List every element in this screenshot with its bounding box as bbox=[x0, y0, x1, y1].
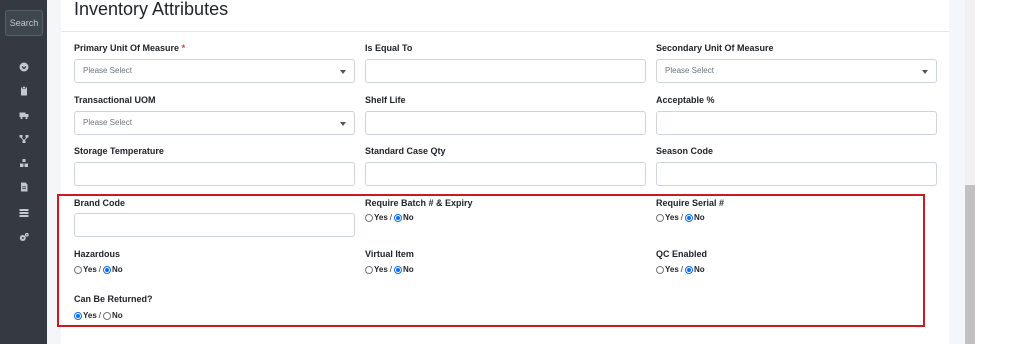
season-code-input[interactable] bbox=[656, 162, 937, 186]
highlight-annotation-box bbox=[57, 194, 925, 327]
shelf-life-label: Shelf Life bbox=[365, 95, 406, 105]
transactional-uom-label: Transactional UOM bbox=[74, 95, 156, 105]
document-icon bbox=[20, 182, 27, 192]
title-divider bbox=[61, 31, 949, 32]
is-equal-to-label: Is Equal To bbox=[365, 43, 413, 53]
secondary-uom-placeholder: Please Select bbox=[665, 66, 714, 75]
sitemap-icon bbox=[19, 135, 28, 143]
storage-temperature-input[interactable] bbox=[74, 162, 355, 186]
sidebar-item-shipping[interactable] bbox=[0, 106, 47, 124]
acceptable-pct-label: Acceptable % bbox=[656, 95, 715, 105]
sidebar-item-documents[interactable] bbox=[0, 178, 47, 196]
shelf-life-input[interactable] bbox=[365, 111, 646, 135]
list-icon bbox=[19, 209, 28, 217]
acceptable-pct-input[interactable] bbox=[656, 111, 937, 135]
primary-uom-select[interactable]: Please Select bbox=[74, 59, 355, 83]
warehouse-icon bbox=[19, 159, 28, 167]
transactional-uom-placeholder: Please Select bbox=[83, 118, 132, 127]
required-mark: * bbox=[181, 43, 186, 53]
scrollbar-thumb[interactable] bbox=[965, 185, 975, 344]
storage-temperature-label: Storage Temperature bbox=[74, 146, 164, 156]
primary-uom-label: Primary Unit Of Measure * bbox=[74, 43, 186, 53]
season-code-label: Season Code bbox=[656, 146, 714, 156]
truck-icon bbox=[19, 112, 28, 120]
sidebar-search-input[interactable]: Search bbox=[5, 10, 43, 36]
primary-uom-placeholder: Please Select bbox=[83, 66, 132, 75]
secondary-uom-select[interactable]: Please Select bbox=[656, 59, 937, 83]
standard-case-qty-label: Standard Case Qty bbox=[365, 146, 446, 156]
settings-icon bbox=[19, 232, 29, 241]
sidebar-item-orders[interactable] bbox=[0, 82, 47, 100]
sidebar-item-lists[interactable] bbox=[0, 204, 47, 222]
chevron-down-icon bbox=[340, 70, 346, 74]
secondary-uom-label: Secondary Unit Of Measure bbox=[656, 43, 774, 53]
is-equal-to-input[interactable] bbox=[365, 59, 646, 83]
transactional-uom-select[interactable]: Please Select bbox=[74, 111, 355, 135]
sidebar-item-warehouse[interactable] bbox=[0, 154, 47, 172]
sidebar: Search bbox=[0, 0, 47, 344]
clipboard-icon bbox=[20, 86, 27, 96]
dashboard-icon bbox=[19, 62, 28, 72]
standard-case-qty-input[interactable] bbox=[365, 162, 646, 186]
sidebar-item-dashboard[interactable] bbox=[0, 58, 47, 76]
section-title: Inventory Attributes bbox=[74, 0, 229, 19]
sidebar-item-settings[interactable] bbox=[0, 228, 47, 246]
chevron-down-icon bbox=[340, 122, 346, 126]
chevron-down-icon bbox=[922, 70, 928, 74]
app-window: Search Inventory Attributes Primary Unit bbox=[0, 0, 1030, 344]
sidebar-item-network[interactable] bbox=[0, 130, 47, 148]
